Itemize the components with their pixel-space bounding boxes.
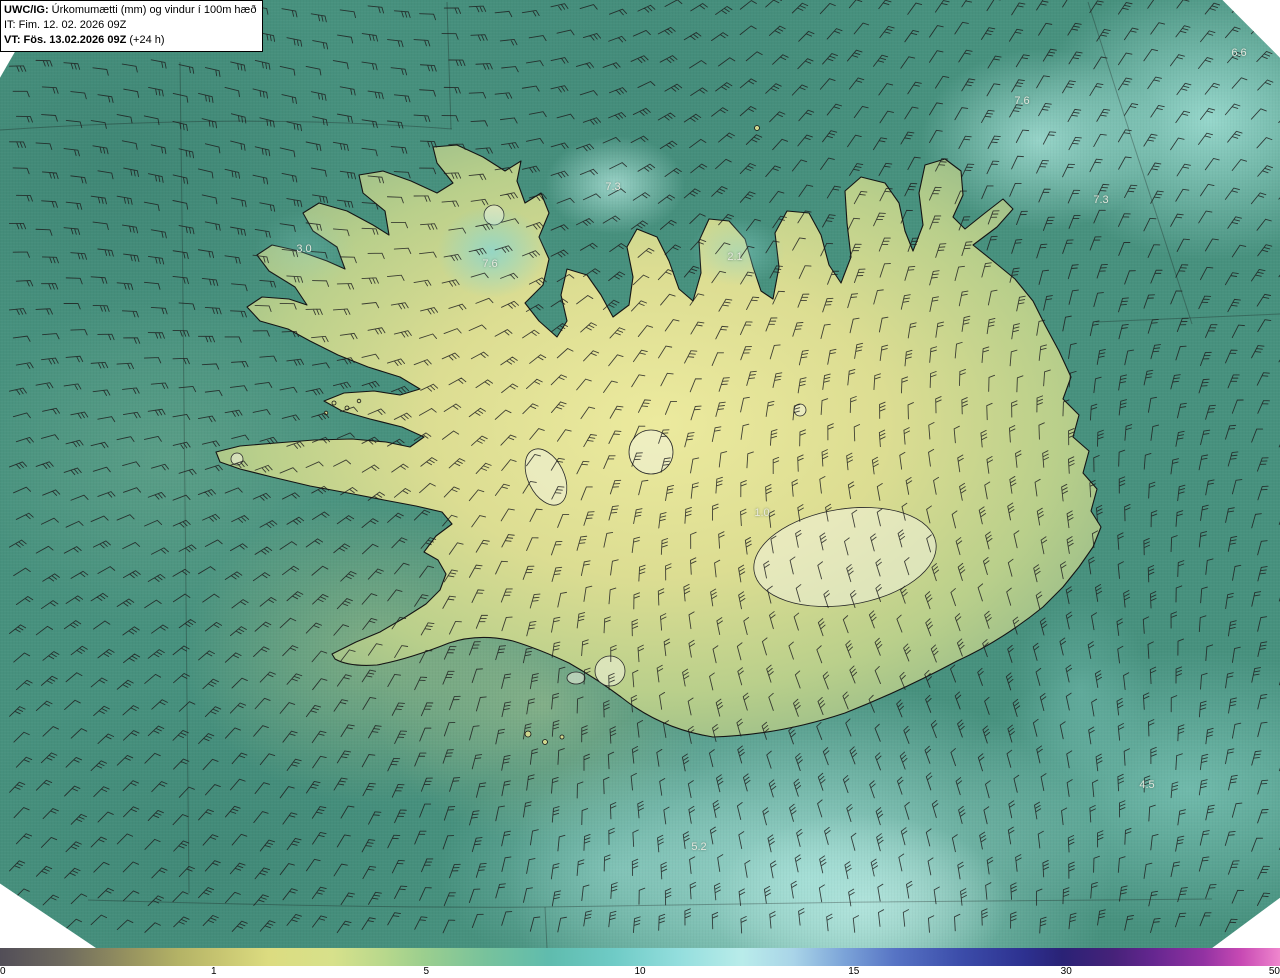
valid-time: VT: Fös. 13.02.2026 09Z xyxy=(4,34,127,46)
map-overlay-svg xyxy=(0,0,1280,948)
title-line-2: IT: Fim. 12. 02. 2026 09Z xyxy=(4,18,256,33)
colorbar-gradient xyxy=(0,948,1280,966)
colorbar-tick-15: 15 xyxy=(848,966,860,977)
product-title: Úrkomumætti (mm) og vindur í 100m hæð xyxy=(51,4,257,16)
title-line-1: UWC/IG: Úrkomumætti (mm) og vindur í 100… xyxy=(4,3,256,18)
colorbar-tick-5: 5 xyxy=(423,966,430,977)
colorbar-ticks: 0 1 5 10 15 30 50 xyxy=(0,966,1280,978)
init-time: IT: Fim. 12. 02. 2026 09Z xyxy=(4,19,127,31)
colorbar: 0 1 5 10 15 30 50 xyxy=(0,948,1280,978)
title-line-3: VT: Fös. 13.02.2026 09Z (+24 h) xyxy=(4,33,256,48)
colorbar-tick-10: 10 xyxy=(634,966,646,977)
colorbar-tick-1: 1 xyxy=(210,966,217,977)
model-name: UWC/IG: xyxy=(4,4,49,16)
map-area: 6.6 7.6 7.3 7.3 3.0 7.6 2.1 1.0 4.5 5.2 xyxy=(0,0,1280,948)
colorbar-tick-50: 50 xyxy=(1268,966,1280,977)
title-box: UWC/IG: Úrkomumætti (mm) og vindur í 100… xyxy=(0,0,264,52)
weather-map-app: 6.6 7.6 7.3 7.3 3.0 7.6 2.1 1.0 4.5 5.2 UWC/IG: Ú… xyxy=(0,0,1280,978)
lead-time: (+24 h) xyxy=(129,34,165,46)
colorbar-tick-30: 30 xyxy=(1060,966,1072,977)
colorbar-tick-0: 0 xyxy=(0,966,6,977)
